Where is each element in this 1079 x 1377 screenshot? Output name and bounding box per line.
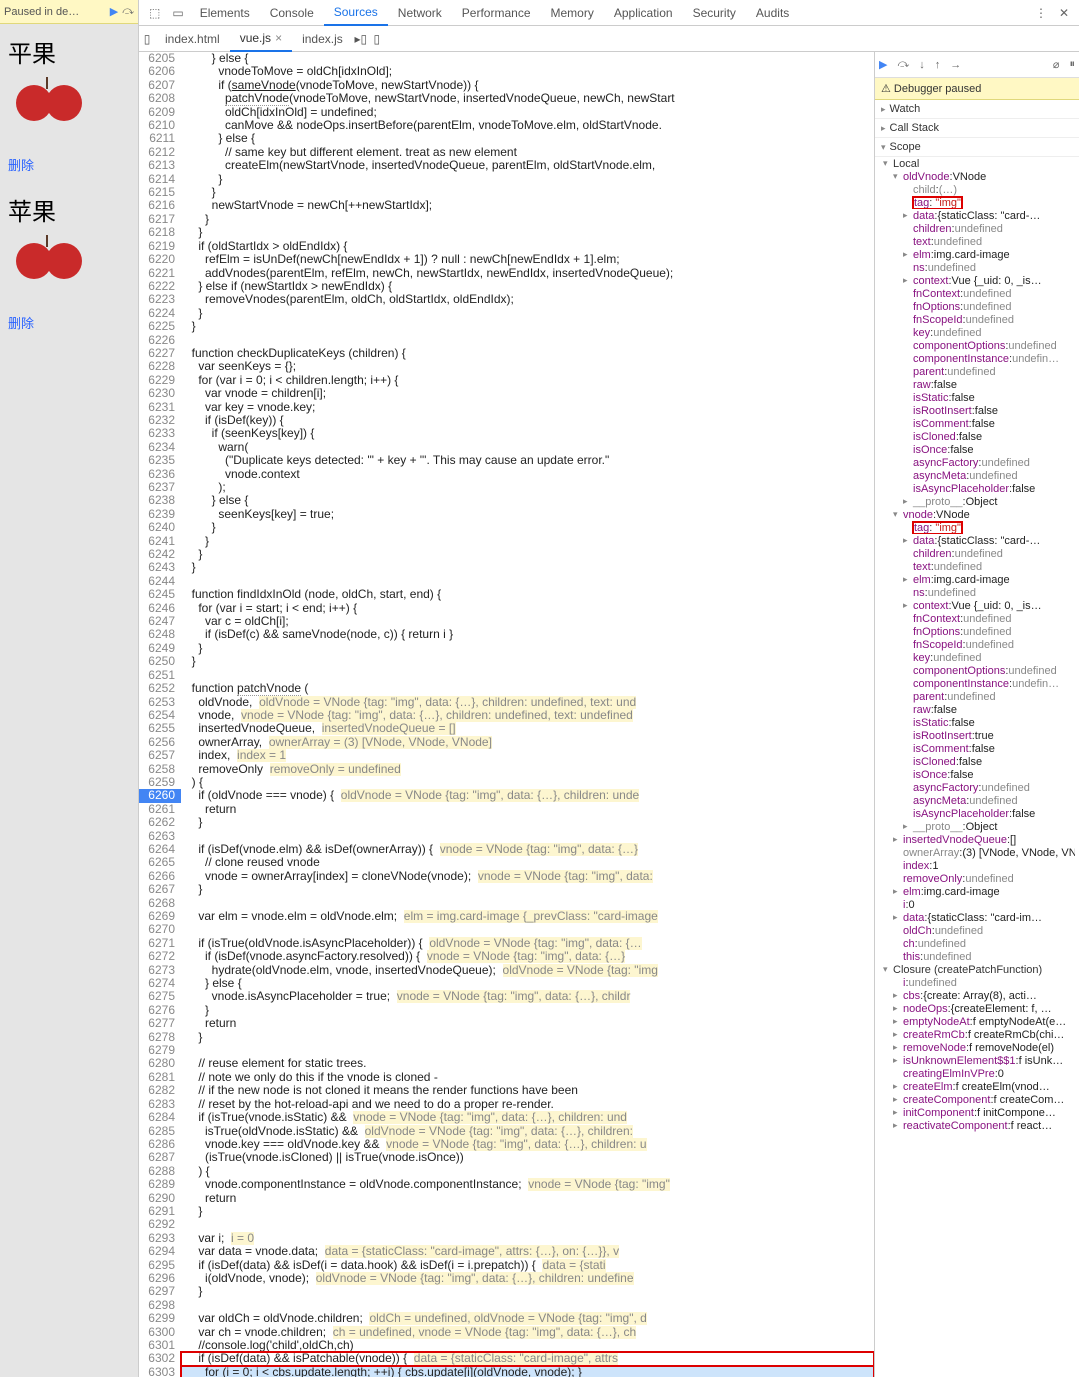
device-icon[interactable]: ▭ xyxy=(172,6,183,20)
resume-icon[interactable]: ▶ xyxy=(110,5,118,18)
tab-elements[interactable]: Elements xyxy=(190,0,260,26)
apple-image-1 xyxy=(8,77,98,147)
step-out-icon[interactable]: ↑ xyxy=(935,59,941,71)
step-into-icon[interactable]: ↓ xyxy=(919,59,925,71)
source-editor[interactable]: 6205 } else {6206 vnodeToMove = oldCh[id… xyxy=(139,52,874,1377)
sidebar-icon[interactable]: ▯ xyxy=(369,32,385,46)
file-index-html[interactable]: index.html xyxy=(155,26,230,52)
more-icon[interactable]: ▸▯ xyxy=(353,32,369,46)
item-title-2: 苹果 xyxy=(8,192,130,227)
step-icon[interactable]: → xyxy=(950,59,961,71)
tab-performance[interactable]: Performance xyxy=(452,0,541,26)
delete-link-2[interactable]: 删除 xyxy=(8,313,130,332)
file-index-js[interactable]: index.js xyxy=(292,26,353,52)
scope-section[interactable]: ▾Scope xyxy=(875,138,1079,157)
step-icon[interactable]: ⤼ xyxy=(122,5,134,18)
tab-network[interactable]: Network xyxy=(388,0,452,26)
file-tabbar: ▯ index.html vue.js × index.js ▸▯ ▯ xyxy=(139,26,1079,52)
resume-button[interactable]: ▶ xyxy=(879,58,887,71)
tab-audits[interactable]: Audits xyxy=(746,0,799,26)
delete-link-1[interactable]: 删除 xyxy=(8,155,130,174)
close-icon[interactable]: ✕ xyxy=(1059,6,1069,20)
debugger-status: ⚠ Debugger paused xyxy=(875,78,1079,100)
tab-memory[interactable]: Memory xyxy=(541,0,604,26)
file-vue-js[interactable]: vue.js × xyxy=(230,26,292,52)
step-over-icon[interactable]: ⤼ xyxy=(897,58,909,71)
paused-label: Paused in de… xyxy=(4,6,79,18)
tab-console[interactable]: Console xyxy=(260,0,324,26)
menu-icon[interactable]: ⋮ xyxy=(1035,6,1047,20)
tab-application[interactable]: Application xyxy=(604,0,683,26)
debugger-sidebar: ▶ ⤼ ↓ ↑ → ⌀ ⏸ ⚠ Debugger paused ▸Watch ▸… xyxy=(874,52,1079,1377)
inspect-icon[interactable]: ⬚ xyxy=(149,6,160,20)
tab-security[interactable]: Security xyxy=(683,0,746,26)
page-preview-pane: Paused in de… ▶ ⤼ 平果 删除 苹果 删除 xyxy=(0,0,139,1377)
devtools-tabbar: ⬚ ▭ Elements Console Sources Network Per… xyxy=(139,0,1079,26)
pause-exceptions-icon[interactable]: ⏸ xyxy=(1070,58,1076,71)
watch-section[interactable]: ▸Watch xyxy=(875,100,1079,119)
deactivate-bp-icon[interactable]: ⌀ xyxy=(1053,58,1060,71)
nav-icon[interactable]: ▯ xyxy=(139,32,155,46)
devtools: ⬚ ▭ Elements Console Sources Network Per… xyxy=(139,0,1079,1377)
scope-tree[interactable]: ▾Local▾oldVnode: VNodechild: (…)tag: "im… xyxy=(875,157,1079,1136)
apple-image-2 xyxy=(8,235,98,305)
paused-indicator: Paused in de… ▶ ⤼ xyxy=(0,0,138,24)
tab-sources[interactable]: Sources xyxy=(324,0,388,26)
debugger-controls: ▶ ⤼ ↓ ↑ → ⌀ ⏸ xyxy=(875,52,1079,78)
callstack-section[interactable]: ▸Call Stack xyxy=(875,119,1079,138)
item-title-1: 平果 xyxy=(8,34,130,69)
